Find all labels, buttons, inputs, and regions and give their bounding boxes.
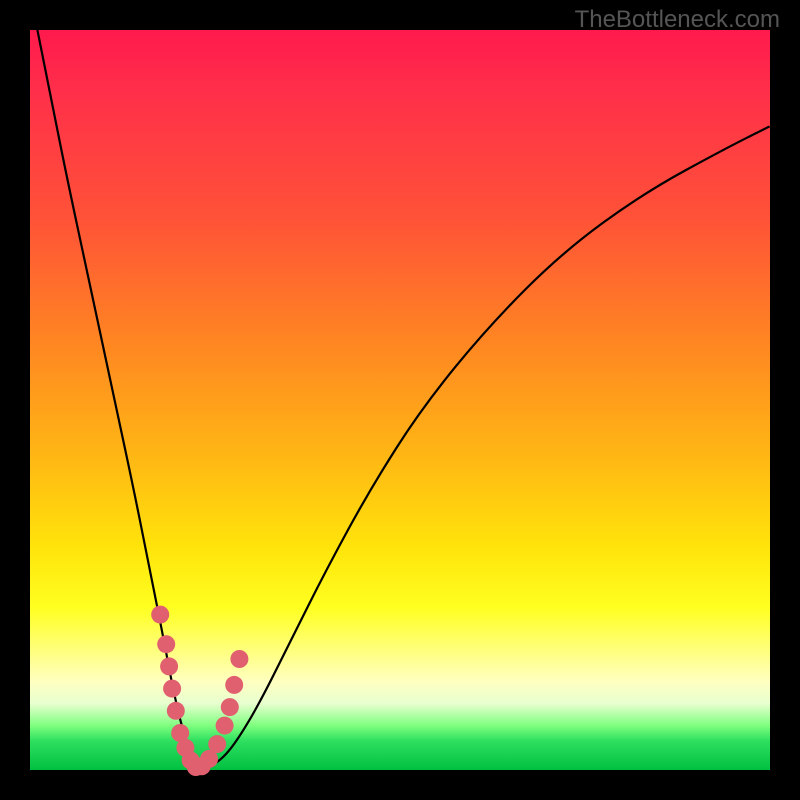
highlight-marker xyxy=(221,698,239,716)
highlight-marker xyxy=(157,635,175,653)
highlight-marker xyxy=(163,680,181,698)
watermark-text: TheBottleneck.com xyxy=(575,6,780,34)
highlight-marker-group xyxy=(151,606,248,776)
chart-svg xyxy=(30,30,770,770)
plot-area xyxy=(30,30,770,770)
highlight-marker xyxy=(167,702,185,720)
highlight-marker xyxy=(151,606,169,624)
highlight-marker xyxy=(230,650,248,668)
bottleneck-curve xyxy=(37,30,770,766)
highlight-marker xyxy=(208,735,226,753)
outer-frame: TheBottleneck.com xyxy=(0,0,800,800)
highlight-marker xyxy=(225,676,243,694)
highlight-marker xyxy=(216,717,234,735)
highlight-marker xyxy=(160,657,178,675)
